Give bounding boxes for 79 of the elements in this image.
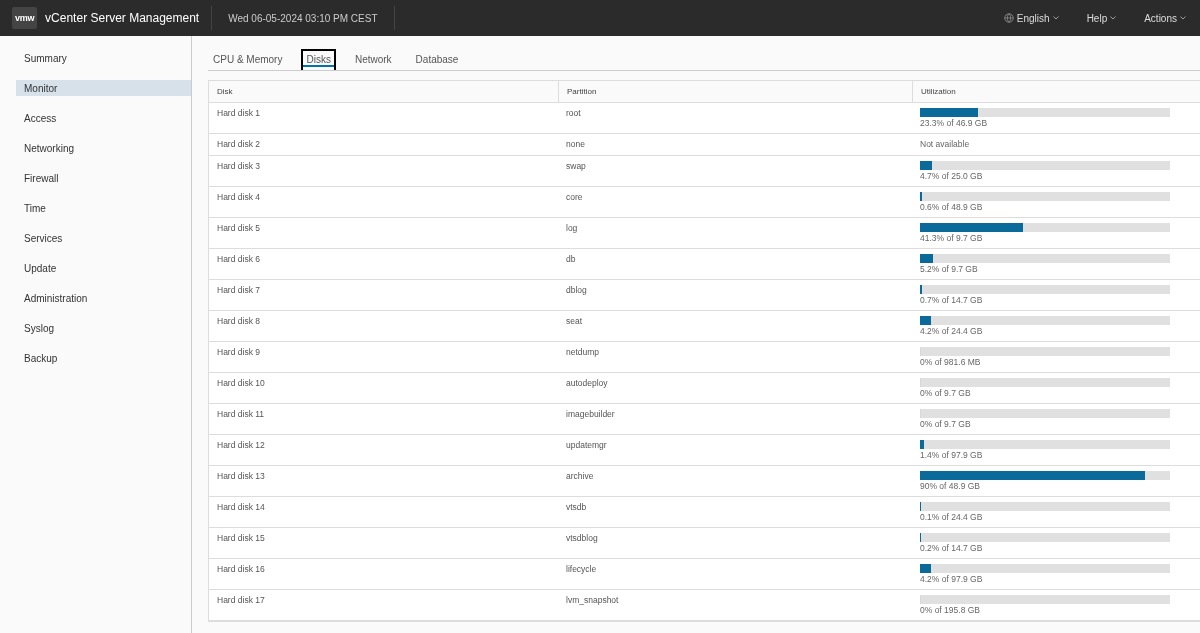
sidebar-item[interactable]: Syslog <box>16 320 191 336</box>
globe-icon <box>1003 13 1014 23</box>
table-cell-text: swap <box>565 160 587 173</box>
usage-text: 0.2% of 14.7 GB <box>920 543 984 554</box>
sidebar-item[interactable]: Time <box>16 200 191 216</box>
table-cell-text: lvm_snapshot <box>565 594 620 607</box>
table-cell-text: autodeploy <box>565 377 609 390</box>
sidebar-item[interactable]: Access <box>16 110 191 126</box>
table-cell-text: updatemgr <box>565 439 608 452</box>
date-time: Wed 06-05-2024 03:10 PM CEST <box>227 12 379 24</box>
table-cell-text: Hard disk 17 <box>216 594 266 607</box>
table-cell-text: Hard disk 4 <box>216 191 261 204</box>
sidebar-item[interactable]: Summary <box>16 50 191 66</box>
sidebar-item[interactable]: Backup <box>16 350 191 366</box>
usage-text: 0% of 981.6 MB <box>920 357 982 368</box>
table-cell-text: Hard disk 1 <box>216 107 261 120</box>
table-cell-text: Hard disk 12 <box>216 439 266 452</box>
tab[interactable]: Network <box>349 49 397 70</box>
sidebar-item[interactable]: Administration <box>16 290 191 306</box>
menu-button[interactable]: Help <box>1072 12 1131 24</box>
sidebar-item[interactable]: Monitor <box>16 80 191 96</box>
usage-text: 4.7% of 25.0 GB <box>920 171 984 182</box>
usage-text: 0% of 9.7 GB <box>920 388 972 399</box>
sidebar-item[interactable]: Update <box>16 260 191 276</box>
table-cell-text: seat <box>565 315 584 328</box>
table-cell-text: lifecycle <box>565 563 598 576</box>
table-cell-text: archive <box>565 470 595 483</box>
table-cell-text: Hard disk 6 <box>216 253 261 266</box>
table-cell-text: db <box>565 253 577 266</box>
usage-text: 4.2% of 24.4 GB <box>920 326 984 337</box>
tab[interactable]: CPU & Memory <box>208 49 288 70</box>
table-cell-text: netdump <box>565 346 601 359</box>
app-title: vCenter Server Management <box>45 11 200 25</box>
table-cell-text: Hard disk 15 <box>216 532 266 545</box>
table-cell-text: imagebuilder <box>565 408 616 421</box>
usage-text: 41.3% of 9.7 GB <box>920 233 984 244</box>
usage-text: 0.7% of 14.7 GB <box>920 295 984 306</box>
usage-text: 4.2% of 97.9 GB <box>920 574 984 585</box>
table-cell-text: Hard disk 7 <box>216 284 261 297</box>
caret-icon <box>1052 16 1059 20</box>
usage-text: 23.3% of 46.9 GB <box>920 118 989 129</box>
column-header: Utilization <box>912 81 1200 102</box>
usage-text: 0% of 195.8 GB <box>920 605 981 616</box>
sidebar-item[interactable]: Networking <box>16 140 191 156</box>
caret-icon <box>1180 16 1186 20</box>
column-header: Disk <box>216 86 234 98</box>
caret-icon <box>1110 16 1117 20</box>
table-cell-text: Hard disk 3 <box>216 160 261 173</box>
table-cell-text: none <box>565 138 586 151</box>
tab[interactable]: Disks <box>301 49 336 70</box>
table-cell-text: vtsdblog <box>565 532 599 545</box>
tab[interactable]: Database <box>410 49 464 70</box>
table-cell-text: Hard disk 13 <box>216 470 266 483</box>
sidebar-item[interactable]: Services <box>16 230 191 246</box>
table-cell-text: Hard disk 14 <box>216 501 266 514</box>
table-cell-text: Hard disk 5 <box>216 222 261 235</box>
menu-button[interactable]: Actions <box>1130 12 1200 24</box>
usage-text: 90% of 48.9 GB <box>920 481 981 492</box>
usage-text: 0.1% of 24.4 GB <box>920 512 984 523</box>
table-cell-text: Hard disk 9 <box>216 346 261 359</box>
usage-text: Not available <box>920 139 971 150</box>
column-header: Partition <box>558 81 912 102</box>
table-cell-text: dblog <box>565 284 588 297</box>
usage-text: 1.4% of 97.9 GB <box>920 450 984 461</box>
sidebar-item[interactable]: Firewall <box>16 170 191 186</box>
table-cell-text: Hard disk 10 <box>216 377 266 390</box>
table-cell-text: root <box>565 107 582 120</box>
table-cell-text: core <box>565 191 584 204</box>
table-cell-text: vtsdb <box>565 501 588 514</box>
table-cell-text: Hard disk 11 <box>216 408 266 421</box>
table-cell-text: Hard disk 8 <box>216 315 261 328</box>
usage-text: 0.6% of 48.9 GB <box>920 202 984 213</box>
table-cell-text: log <box>565 222 579 235</box>
logo: vmw <box>12 7 38 29</box>
table-cell-text: Hard disk 16 <box>216 563 266 576</box>
table-cell-text: Hard disk 2 <box>216 138 261 151</box>
usage-text: 0% of 9.7 GB <box>920 419 972 430</box>
usage-text: 5.2% of 9.7 GB <box>920 264 979 275</box>
menu-button[interactable]: English <box>989 12 1073 24</box>
